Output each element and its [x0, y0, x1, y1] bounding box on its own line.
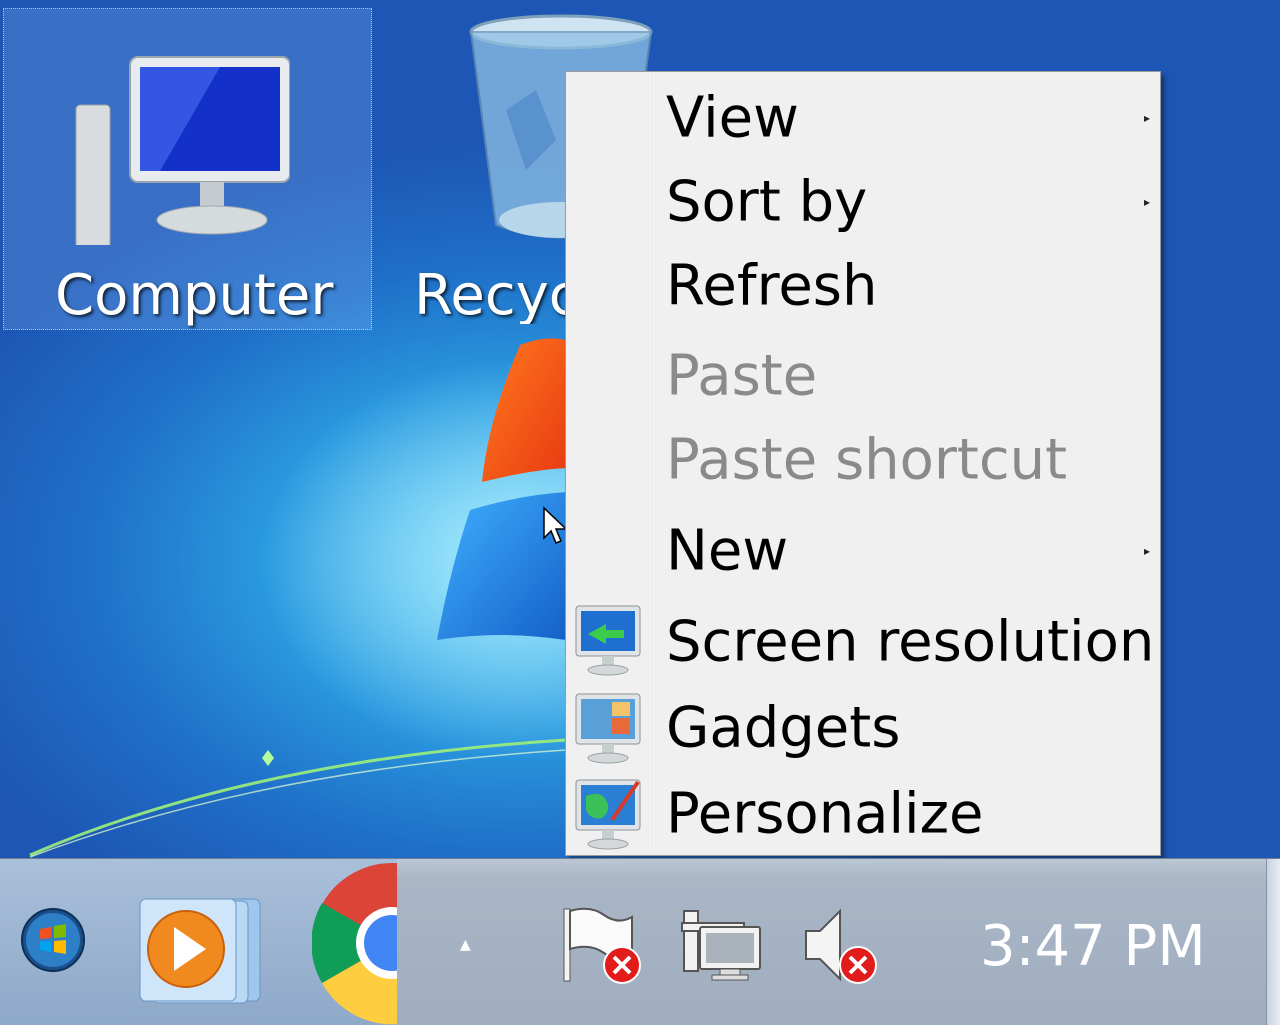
menu-item-label: New [666, 518, 789, 584]
gadgets-icon [572, 690, 644, 766]
menu-item-paste-shortcut[interactable]: Paste shortcut [566, 418, 1160, 502]
computer-icon[interactable] [70, 55, 291, 266]
menu-item-paste[interactable]: Paste [566, 334, 1160, 418]
recycle-bin-label[interactable]: Recyc [414, 268, 566, 324]
show-hidden-icons-button[interactable]: ▲ [460, 937, 471, 953]
menu-item-label: Personalize [666, 781, 984, 847]
menu-item-refresh[interactable]: Refresh [566, 244, 1160, 328]
menu-item-screen-resolution[interactable]: Screen resolution [566, 600, 1160, 684]
show-desktop-button[interactable] [1266, 859, 1280, 1025]
menu-item-label: View [666, 85, 799, 151]
submenu-arrow-icon: ▸ [1143, 195, 1150, 209]
action-center-flag-icon[interactable] [560, 905, 646, 989]
volume-muted-icon[interactable] [800, 905, 886, 989]
menu-item-label: Refresh [666, 253, 878, 319]
start-orb-icon[interactable] [20, 907, 86, 977]
menu-item-label: Screen resolution [666, 609, 1155, 675]
taskbar: ▲ 3:47 PM [0, 858, 1280, 1025]
menu-item-personalize[interactable]: Personalize [566, 772, 1160, 856]
screen-resolution-icon [572, 604, 644, 680]
menu-item-gadgets[interactable]: Gadgets [566, 686, 1160, 770]
chrome-icon[interactable] [312, 861, 397, 1025]
personalize-icon [572, 776, 644, 852]
menu-item-label: Sort by [666, 169, 868, 235]
menu-item-sort-by[interactable]: Sort by ▸ [566, 160, 1160, 244]
submenu-arrow-icon: ▸ [1143, 544, 1150, 558]
desktop-context-menu: View ▸ Sort by ▸ Refresh Paste Paste sho… [565, 71, 1161, 856]
taskbar-clock[interactable]: 3:47 PM [980, 919, 1206, 975]
submenu-arrow-icon: ▸ [1143, 111, 1150, 125]
menu-item-label: Paste [666, 343, 818, 409]
menu-item-view[interactable]: View ▸ [566, 76, 1160, 160]
menu-item-label: Gadgets [666, 695, 901, 761]
windows-media-player-icon[interactable] [138, 895, 264, 1009]
network-icon[interactable] [680, 905, 766, 989]
computer-label[interactable]: Computer [55, 268, 333, 324]
menu-item-new[interactable]: New ▸ [566, 509, 1160, 593]
menu-item-label: Paste shortcut [666, 427, 1068, 493]
